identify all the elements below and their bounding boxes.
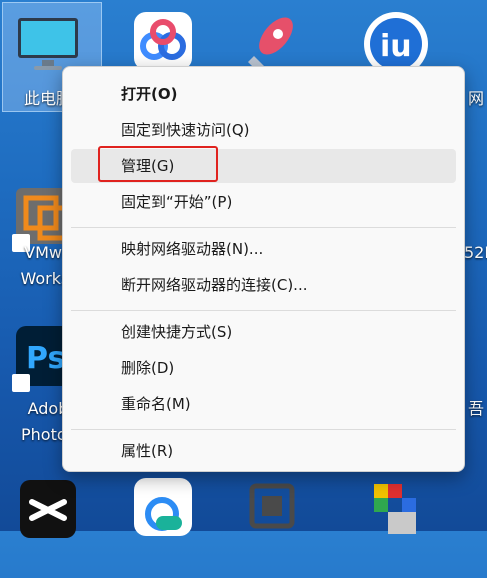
menu-item-pin-quick-access[interactable]: 固定到快速访问(Q) (71, 113, 456, 147)
capcut-icon (20, 480, 76, 538)
desktop-icon-label: 网 (468, 89, 485, 108)
svg-text:iu: iu (380, 29, 412, 64)
menu-item-pin-start[interactable]: 固定到“开始”(P) (71, 185, 456, 219)
desktop-icon-chip-app[interactable] (222, 466, 318, 578)
context-menu: 打开(O) 固定到快速访问(Q) 管理(G) 固定到“开始”(P) 映射网络驱动… (62, 66, 465, 472)
cloud-icon (134, 478, 192, 536)
game-icon (374, 484, 416, 534)
menu-item-disconnect-network-drive[interactable]: 断开网络驱动器的连接(C)... (71, 268, 456, 302)
chip-icon (249, 483, 295, 529)
menu-separator (71, 429, 456, 430)
desktop-icon-capcut[interactable] (0, 460, 96, 572)
shortcut-arrow-icon (12, 374, 30, 392)
annotation-highlight-box (98, 146, 218, 182)
menu-item-open[interactable]: 打开(O) (71, 77, 456, 111)
menu-separator (71, 310, 456, 311)
menu-item-delete[interactable]: 删除(D) (71, 351, 456, 385)
desktop-icon-game[interactable] (346, 466, 442, 578)
menu-item-create-shortcut[interactable]: 创建快捷方式(S) (71, 315, 456, 349)
menu-item-properties[interactable]: 属性(R) (71, 434, 456, 468)
desktop-icon-label: 吾 (468, 399, 485, 418)
menu-item-map-network-drive[interactable]: 映射网络驱动器(N)... (71, 232, 456, 266)
svg-text:Ps: Ps (26, 341, 65, 376)
desktop-icon-label: 52H (464, 243, 487, 262)
menu-separator (71, 227, 456, 228)
menu-item-rename[interactable]: 重命名(M) (71, 387, 456, 421)
desktop-icon-cloud-app[interactable] (114, 466, 210, 578)
